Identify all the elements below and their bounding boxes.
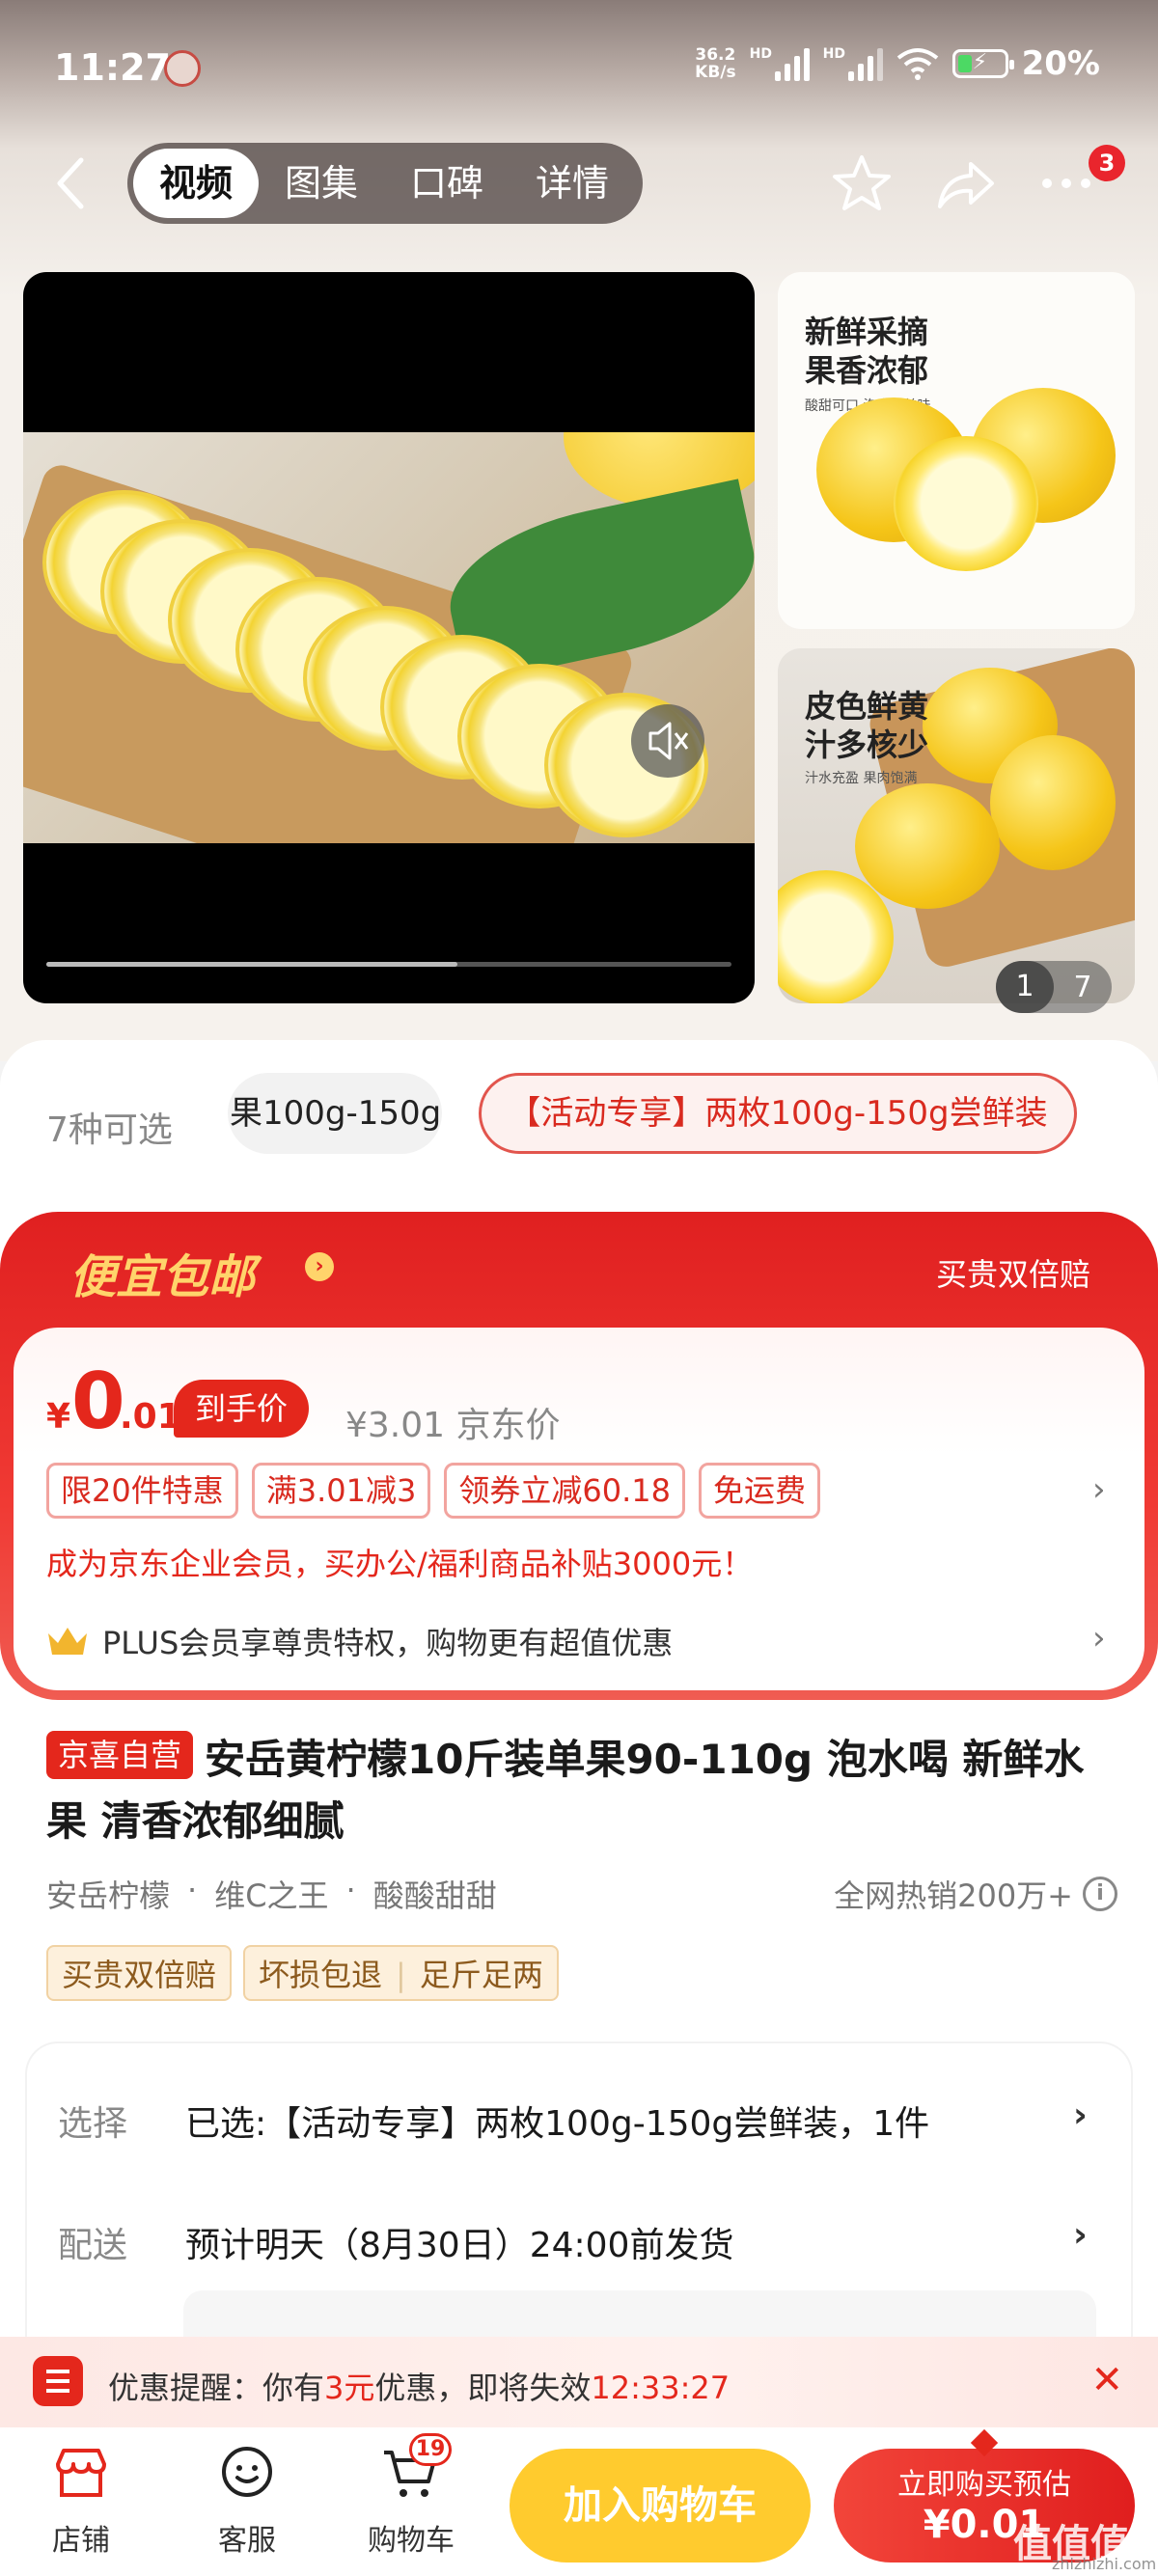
chevron-right-icon[interactable]: › <box>1092 1619 1106 1658</box>
signal-icon: HD <box>750 46 810 81</box>
discount-reminder-bar[interactable]: 优惠提醒：你有3元优惠，即将失效12:33:27 ✕ <box>0 2337 1158 2427</box>
video-progress-fill <box>46 962 457 967</box>
price-currency: ¥ <box>46 1397 71 1437</box>
coupon-row[interactable]: 限20件特惠 满3.01减3 领券立减60.18 免运费 <box>46 1463 820 1519</box>
coupon-tag: 满3.01减3 <box>251 1463 431 1519</box>
status-indicators: 36.2 KB/s HD HD ⚡ 20% <box>695 44 1100 83</box>
cart-count-badge: 19 <box>409 2433 452 2466</box>
chevron-right-icon[interactable]: › <box>305 1252 334 1281</box>
chat-face-icon <box>222 2447 272 2497</box>
delivery-estimate[interactable]: 预计明天（8月30日）24:00前发货 <box>185 2217 733 2267</box>
battery-icon: ⚡ <box>951 49 1014 78</box>
tab-details[interactable]: 详情 <box>510 149 635 218</box>
media-tab-bar: 视频 图集 口碑 详情 <box>127 143 643 224</box>
video-frame <box>23 432 755 843</box>
speaker-mute-icon <box>648 722 689 760</box>
wifi-icon <box>896 48 938 80</box>
customer-service-button[interactable]: 客服 <box>189 2445 305 2559</box>
product-tags: 安岳柠檬 · 维C之王 · 酸酸甜甜 <box>46 1872 497 1914</box>
final-price-tag: 到手价 <box>174 1380 310 1438</box>
add-to-cart-button[interactable]: 加入购物车 <box>510 2449 811 2562</box>
product-title: 京喜自营 安岳黄柠檬10斤装单果90-110g 泡水喝 新鲜水果 清香浓郁细腻 <box>46 1729 1117 1852</box>
variant-option-selected[interactable]: 【活动专享】两枚100g-150g尝鲜装 <box>479 1073 1077 1154</box>
shop-button[interactable]: 店铺 <box>23 2445 139 2559</box>
signal-icon: HD <box>823 46 883 81</box>
jd-price: ¥3.01 京东价 <box>345 1406 561 1445</box>
guarantee-tag: 买贵双倍赔 <box>46 1945 233 2001</box>
tab-reviews[interactable]: 口碑 <box>384 149 510 218</box>
plus-member-row[interactable]: PLUS会员享尊贵特权，购物更有超值优惠 <box>46 1619 673 1663</box>
gallery-thumbnail-2[interactable]: 皮色鲜黄 汁多核少 汁水充盈 果肉饱满 <box>778 648 1135 1003</box>
select-label: 选择 <box>58 2104 128 2144</box>
network-speed: 36.2 KB/s <box>695 45 736 82</box>
coupon-tag: 限20件特惠 <box>46 1463 238 1519</box>
reminder-text: 优惠提醒：你有3元优惠，即将失效12:33:27 <box>108 2370 731 2406</box>
back-arrow-icon[interactable] <box>50 154 93 212</box>
crown-icon <box>48 1628 87 1655</box>
mute-button[interactable] <box>631 704 704 778</box>
guarantee-tag: 坏损包退 | 足斤足两 <box>243 1945 559 2001</box>
enterprise-member-promo[interactable]: 成为京东企业会员，买办公/福利商品补贴3000元！ <box>46 1540 753 1584</box>
close-icon[interactable]: ✕ <box>1090 2358 1123 2402</box>
chevron-right-icon[interactable]: › <box>1073 2215 1088 2255</box>
variant-option[interactable]: 果100g-150g <box>228 1073 442 1154</box>
info-icon[interactable]: i <box>1083 1877 1117 1911</box>
price-decimal: .01 <box>120 1397 181 1437</box>
gallery-thumbnail-1[interactable]: 新鲜采摘 果香浓郁 酸甜可口 泡水更美味 <box>778 272 1135 629</box>
star-icon[interactable] <box>830 152 894 216</box>
coupon-tag: 免运费 <box>698 1463 820 1519</box>
selected-variant[interactable]: 已选:【活动专享】两枚100g-150g尝鲜装，1件 <box>185 2096 929 2146</box>
chevron-right-icon[interactable]: › <box>1073 2096 1088 2135</box>
variant-count: 7种可选 <box>46 1110 173 1150</box>
watermark-url: zhizhizhi.com <box>1052 2555 1157 2573</box>
status-time: 11:27 <box>54 46 171 89</box>
tab-video[interactable]: 视频 <box>133 149 259 218</box>
cart-button[interactable]: 购物车 <box>353 2445 469 2559</box>
shop-icon <box>56 2449 106 2497</box>
price-guarantee-label[interactable]: 买贵双倍赔 <box>936 1250 1090 1295</box>
video-progress-bar[interactable] <box>46 962 731 967</box>
guarantee-row[interactable]: 买贵双倍赔 坏损包退 | 足斤足两 <box>46 1945 559 2001</box>
promo-title[interactable]: 便宜包邮 <box>69 1239 255 1306</box>
reminder-icon <box>33 2356 83 2406</box>
notification-app-icon <box>164 50 201 87</box>
tab-gallery[interactable]: 图集 <box>259 149 384 218</box>
share-icon[interactable] <box>936 156 996 214</box>
price-integer: 0 <box>71 1357 125 1446</box>
self-operated-badge: 京喜自营 <box>46 1731 194 1779</box>
hot-sales[interactable]: 全网热销200万+ i <box>834 1872 1117 1916</box>
chevron-right-icon[interactable]: › <box>1092 1470 1106 1509</box>
more-badge: 3 <box>1089 145 1125 181</box>
delivery-label: 配送 <box>58 2226 128 2265</box>
battery-percentage: 20% <box>1021 44 1100 83</box>
countdown-timer: 12:33:27 <box>591 2370 731 2406</box>
image-counter: 1 7 <box>996 961 1112 1013</box>
product-video[interactable] <box>23 272 755 1003</box>
coupon-tag: 领券立减60.18 <box>444 1463 685 1519</box>
